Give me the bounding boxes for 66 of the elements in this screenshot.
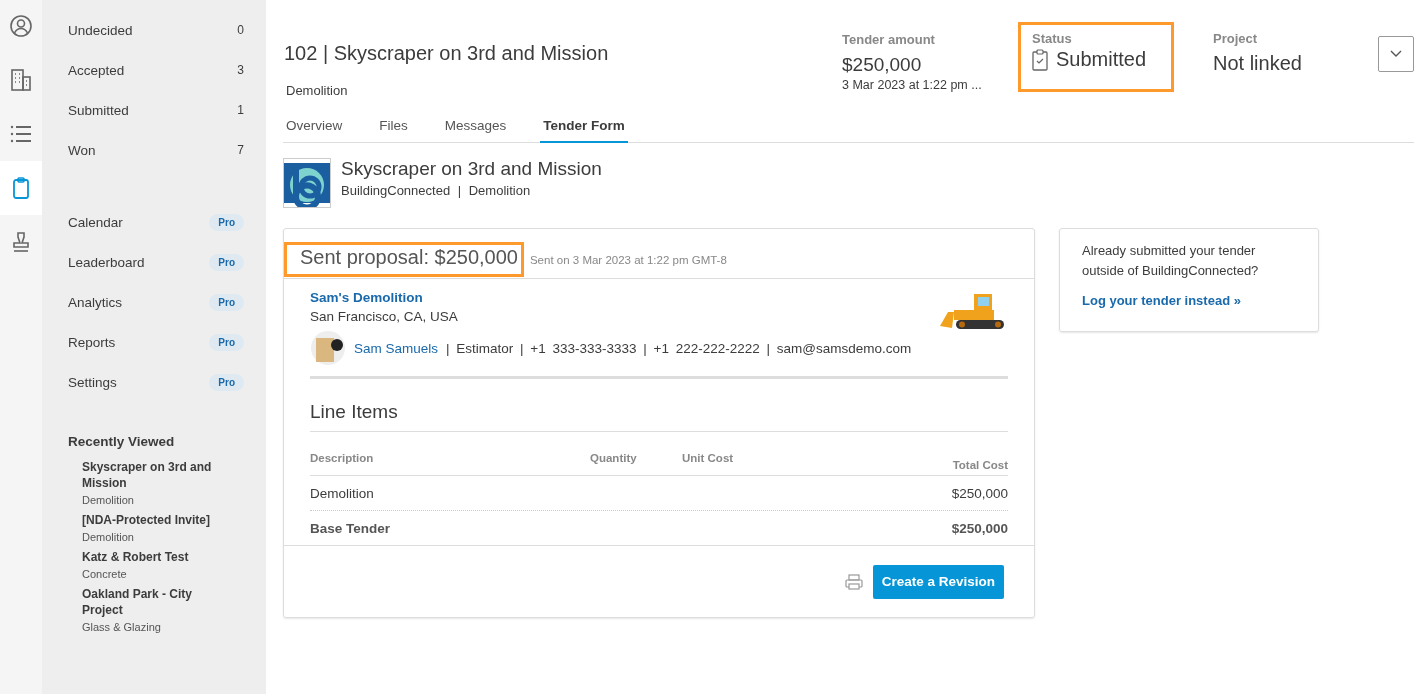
pro-badge: Pro xyxy=(209,293,244,311)
item-count: 0 xyxy=(237,23,244,37)
company-logo xyxy=(283,158,331,208)
sidebar-item[interactable]: Settings xyxy=(68,374,117,390)
status-value: Submitted xyxy=(1056,48,1147,71)
recent-project-link[interactable]: Skyscraper on 3rd and Mission xyxy=(82,459,232,491)
tab[interactable]: Tender Form xyxy=(540,114,628,143)
recent-project-link[interactable]: [NDA-Protected Invite] xyxy=(82,512,232,528)
sidebar-item[interactable]: Won xyxy=(68,142,96,158)
print-icon[interactable] xyxy=(844,573,863,590)
tender-amount-label: Tender amount xyxy=(842,32,936,47)
sidebar-item[interactable]: Undecided xyxy=(68,22,133,38)
clipboard-check-icon xyxy=(1032,48,1048,71)
dropdown-button[interactable] xyxy=(1378,36,1414,72)
section-title: Recently Viewed xyxy=(68,434,176,449)
project-meta: BuildingConnected | Demolition xyxy=(341,183,532,198)
log-tender-link[interactable]: Log your tender instead » xyxy=(1082,293,1241,308)
column-header: Unit Cost xyxy=(682,452,735,464)
tender-amount-value: $250,000 xyxy=(842,54,923,76)
recent-project-trade: Demolition xyxy=(82,494,135,506)
pro-badge: Pro xyxy=(209,213,244,231)
tender-date: 3 Mar 2023 at 1:22 pm ... xyxy=(842,78,983,92)
sidebar-item[interactable]: Leaderboard xyxy=(68,254,145,270)
avatar-drawing xyxy=(310,330,346,366)
tab[interactable]: Messages xyxy=(441,114,510,143)
pro-badge: Pro xyxy=(209,373,244,391)
pro-badge: Pro xyxy=(209,333,244,351)
sidebar-item[interactable]: Analytics xyxy=(68,294,123,310)
recent-project-link[interactable]: Oakland Park - City Project xyxy=(82,586,232,618)
table-cell: Base Tender xyxy=(310,520,391,536)
column-header: Quantity xyxy=(590,452,638,464)
table-cell: $250,000 xyxy=(951,485,1008,501)
recent-project-trade: Concrete xyxy=(82,568,128,580)
company-location: San Francisco, CA, USA xyxy=(310,309,459,324)
page-subtitle: Demolition xyxy=(286,83,349,98)
sidebar-item[interactable]: Reports xyxy=(68,334,116,350)
tab[interactable]: Overview xyxy=(283,114,346,143)
item-count: 3 xyxy=(237,63,244,77)
table-cell: Demolition xyxy=(310,485,374,501)
recent-project-trade: Demolition xyxy=(82,531,135,543)
column-header: Total Cost xyxy=(951,458,1008,471)
sidebar-item[interactable]: Calendar xyxy=(68,214,123,230)
project-value: Not linked xyxy=(1213,52,1303,75)
sent-date: Sent on 3 Mar 2023 at 1:22 pm GMT-8 xyxy=(529,254,727,268)
proposal-title: Sent proposal: $250,000 xyxy=(284,242,524,277)
status-label: Status xyxy=(1032,31,1073,46)
contact-details: | Estimator | +1 333-333-3333 | +1 222-222-2222 | sam@samsdemo.com xyxy=(446,340,912,356)
column-header: Description xyxy=(310,452,375,464)
clipboard-icon[interactable] xyxy=(0,161,42,215)
info-text: Already submitted your tender outside of BuildingConnected? xyxy=(1082,242,1260,280)
recent-project-link[interactable]: Katz & Robert Test xyxy=(82,549,232,565)
item-count: 7 xyxy=(237,143,244,157)
sidebar-item[interactable]: Accepted xyxy=(68,62,125,78)
project-label: Project xyxy=(1213,31,1259,46)
pro-badge: Pro xyxy=(209,253,244,271)
item-count: 1 xyxy=(237,103,244,117)
contact-name-link[interactable]: Sam Samuels xyxy=(354,340,439,356)
project-name: Skyscraper on 3rd and Mission xyxy=(341,158,602,180)
recent-project-trade: Glass & Glazing xyxy=(82,621,162,633)
company-link[interactable]: Sam's Demolition xyxy=(310,290,912,305)
page-title: 102 | Skyscraper on 3rd and Mission xyxy=(284,42,610,65)
tab[interactable]: Files xyxy=(376,114,411,143)
chevron-down-icon xyxy=(1390,50,1402,58)
sidebar-item[interactable]: Submitted xyxy=(68,102,129,118)
table-cell: $250,000 xyxy=(951,520,1008,536)
section-title: Line Items xyxy=(310,401,1008,432)
